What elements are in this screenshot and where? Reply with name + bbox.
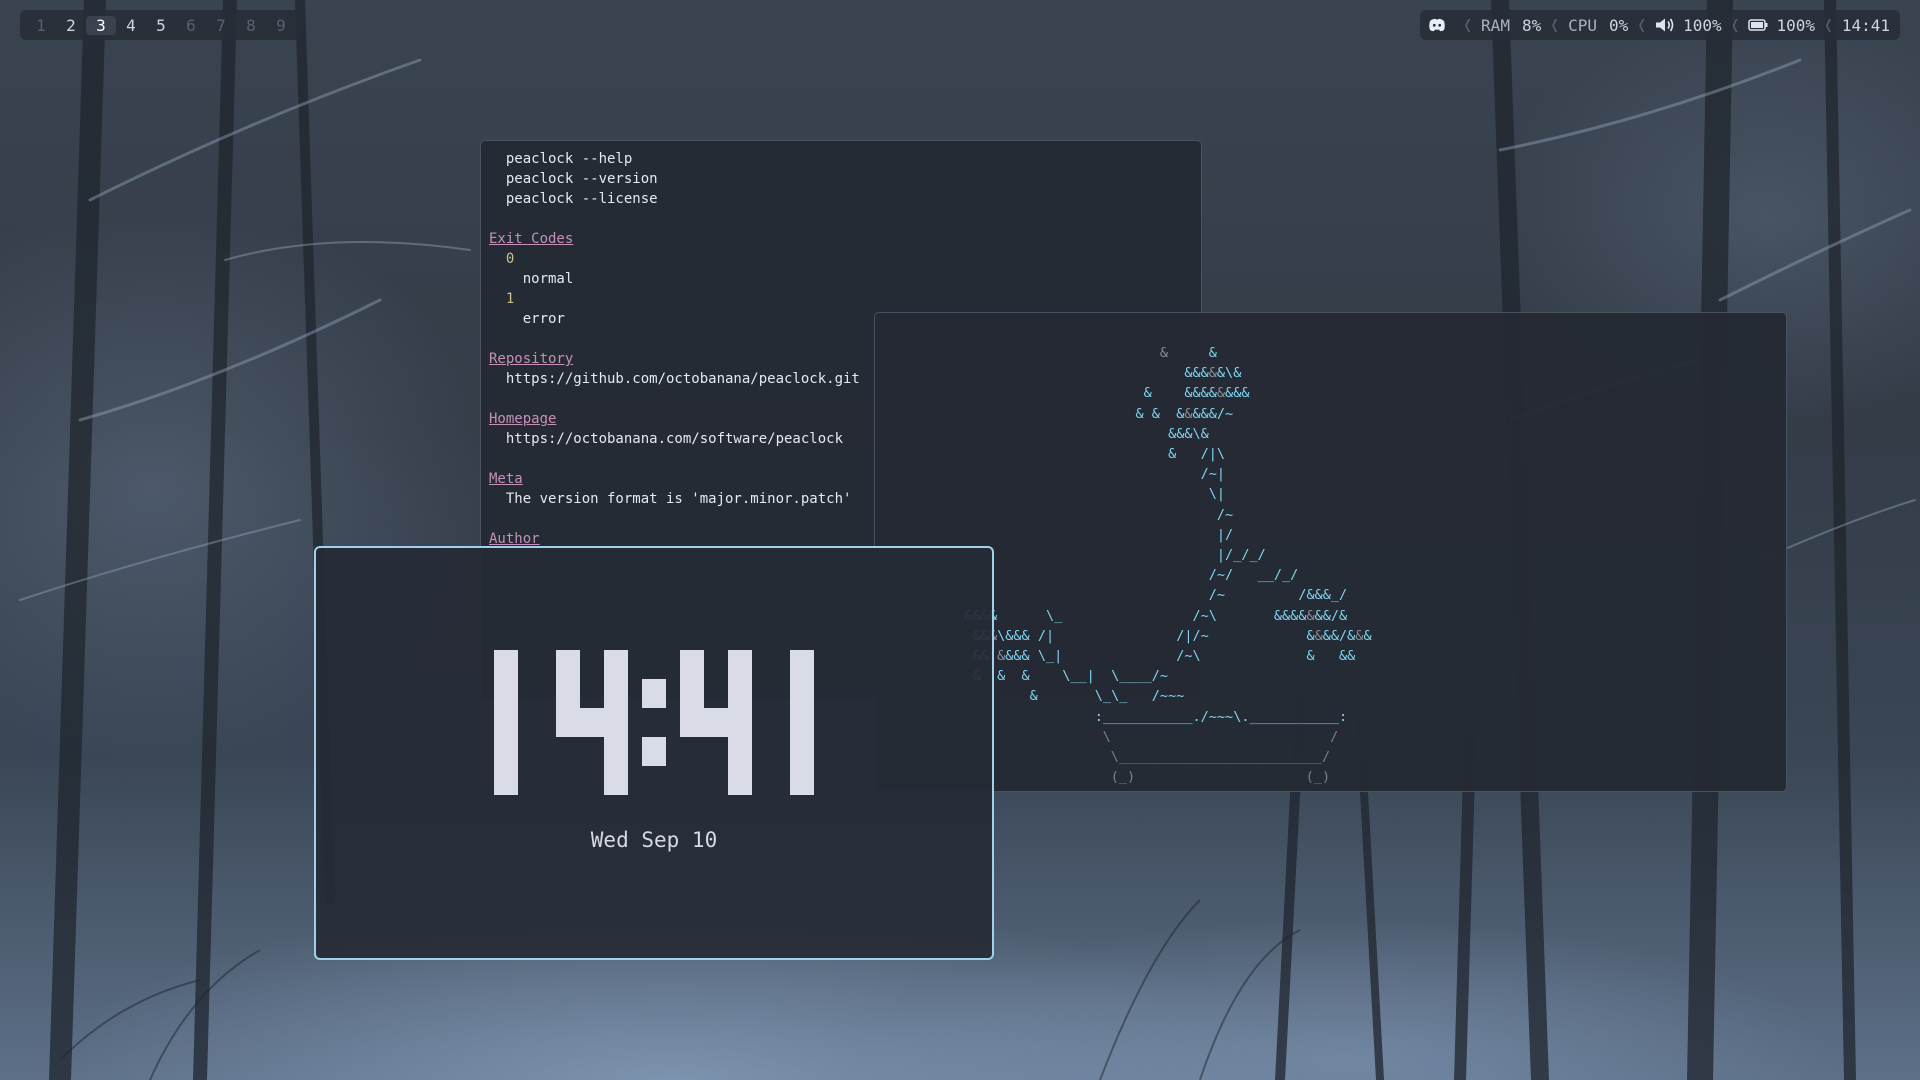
workspace-2[interactable]: 2 <box>56 16 86 35</box>
clock-block <box>790 679 814 708</box>
ram-value: 8% <box>1521 15 1542 35</box>
clock-block <box>604 708 628 737</box>
status-bar: ❬ RAM 8% ❬ CPU 0% ❬ 100% ❬ 100% ❬ 14:41 <box>1420 10 1900 40</box>
bonsai-line: & /|\ <box>1168 446 1226 463</box>
man-section-header: Author <box>489 531 540 547</box>
separator-icon: ❬ <box>1549 14 1561 36</box>
clock-block <box>728 679 752 708</box>
workspace-3[interactable]: 3 <box>86 15 116 35</box>
man-line: 1 <box>505 291 515 307</box>
clock-block <box>728 737 752 766</box>
workspace-1[interactable]: 1 <box>26 16 56 35</box>
man-line: https://github.com/octobanana/peaclock.g… <box>505 371 860 387</box>
man-line: https://octobanana.com/software/peaclock <box>505 431 844 447</box>
clock-block <box>680 650 704 679</box>
bonsai-line: &&&&&\& <box>1184 365 1242 382</box>
workspace-9[interactable]: 9 <box>266 16 296 35</box>
discord-icon[interactable] <box>1428 18 1446 32</box>
man-line: peaclock --version <box>505 171 658 187</box>
cpu-value: 0% <box>1608 15 1629 35</box>
workspace-4[interactable]: 4 <box>116 16 146 35</box>
bonsai-line: & & <box>1159 345 1217 361</box>
man-line: The version format is 'major.minor.patch… <box>505 491 852 507</box>
bonsai-line: &&&\& <box>1168 425 1209 442</box>
separator-icon: ❬ <box>1636 14 1648 36</box>
bonsai-line: & &&&&&&&& <box>1143 385 1250 402</box>
clock-digit <box>680 650 752 795</box>
clock-digit <box>790 650 814 795</box>
bonsai-terminal[interactable]: & & &&&&&\& & &&&&&&&& & & &&&&&/~ &&&\& <box>874 312 1787 792</box>
man-line: error <box>522 311 565 327</box>
ram-label: RAM <box>1481 15 1510 35</box>
clock-digit <box>556 650 628 795</box>
clock-block <box>790 766 814 795</box>
clock-block <box>790 650 814 679</box>
man-line: 0 <box>505 251 515 267</box>
workspace-8[interactable]: 8 <box>236 16 266 35</box>
clock-block <box>790 737 814 766</box>
clock-terminal[interactable]: Wed Sep 10 <box>314 546 994 960</box>
workspace-switcher: 1 2 3 4 5 6 7 8 9 <box>20 10 302 40</box>
clock-block <box>556 679 580 708</box>
clock-block <box>790 708 814 737</box>
clock-digit <box>494 650 518 795</box>
man-section-header: Exit Codes <box>489 231 574 247</box>
clock-block <box>556 650 580 679</box>
clock-block <box>556 708 580 737</box>
workspace-7[interactable]: 7 <box>206 16 236 35</box>
clock-block <box>680 708 704 737</box>
clock-block <box>494 679 518 708</box>
workspace-5[interactable]: 5 <box>146 16 176 35</box>
man-section-header: Meta <box>489 471 523 487</box>
clock-block <box>604 766 628 795</box>
clock-block <box>604 650 628 679</box>
separator-icon: ❬ <box>1462 14 1474 36</box>
man-line: peaclock --license <box>505 191 658 207</box>
bonsai-line: \| <box>1208 486 1226 503</box>
clock-block <box>704 708 728 737</box>
clock-colon <box>642 679 666 766</box>
clock-block <box>494 766 518 795</box>
clock-block <box>604 737 628 766</box>
clock-block <box>728 650 752 679</box>
clock-block <box>580 708 604 737</box>
clock-digits <box>494 650 814 795</box>
bonsai-line: |/ <box>1216 526 1234 543</box>
volume-value[interactable]: 100% <box>1683 16 1722 35</box>
clock-block <box>680 679 704 708</box>
battery-value: 100% <box>1776 15 1815 35</box>
workspace-6[interactable]: 6 <box>176 16 206 35</box>
clock-block <box>642 737 666 766</box>
bonsai-ascii-art: & & &&&&&\& & &&&&&&&& & & &&&&&/~ &&&\& <box>875 343 1786 787</box>
cpu-label: CPU <box>1568 15 1597 35</box>
clock-block <box>494 708 518 737</box>
clock-block <box>494 737 518 766</box>
man-section-header: Repository <box>489 351 574 367</box>
man-line: peaclock --help <box>505 151 633 167</box>
bonsai-line: /~ <box>1216 506 1234 523</box>
separator-icon: ❬ <box>1729 14 1741 36</box>
clock-block <box>728 708 752 737</box>
clock-block <box>494 650 518 679</box>
bonsai-line: & & &&&&&/~ <box>1135 405 1234 422</box>
bar-clock[interactable]: 14:41 <box>1842 16 1890 35</box>
man-section-header: Homepage <box>489 411 557 427</box>
separator-icon: ❬ <box>1822 14 1834 36</box>
clock-block <box>642 679 666 708</box>
battery-icon <box>1748 19 1768 31</box>
man-line: normal <box>522 271 574 287</box>
clock-block <box>604 679 628 708</box>
bonsai-line: /~| <box>1200 466 1226 483</box>
clock-block <box>728 766 752 795</box>
speaker-icon[interactable] <box>1655 17 1675 33</box>
clock-date: Wed Sep 10 <box>590 828 718 852</box>
